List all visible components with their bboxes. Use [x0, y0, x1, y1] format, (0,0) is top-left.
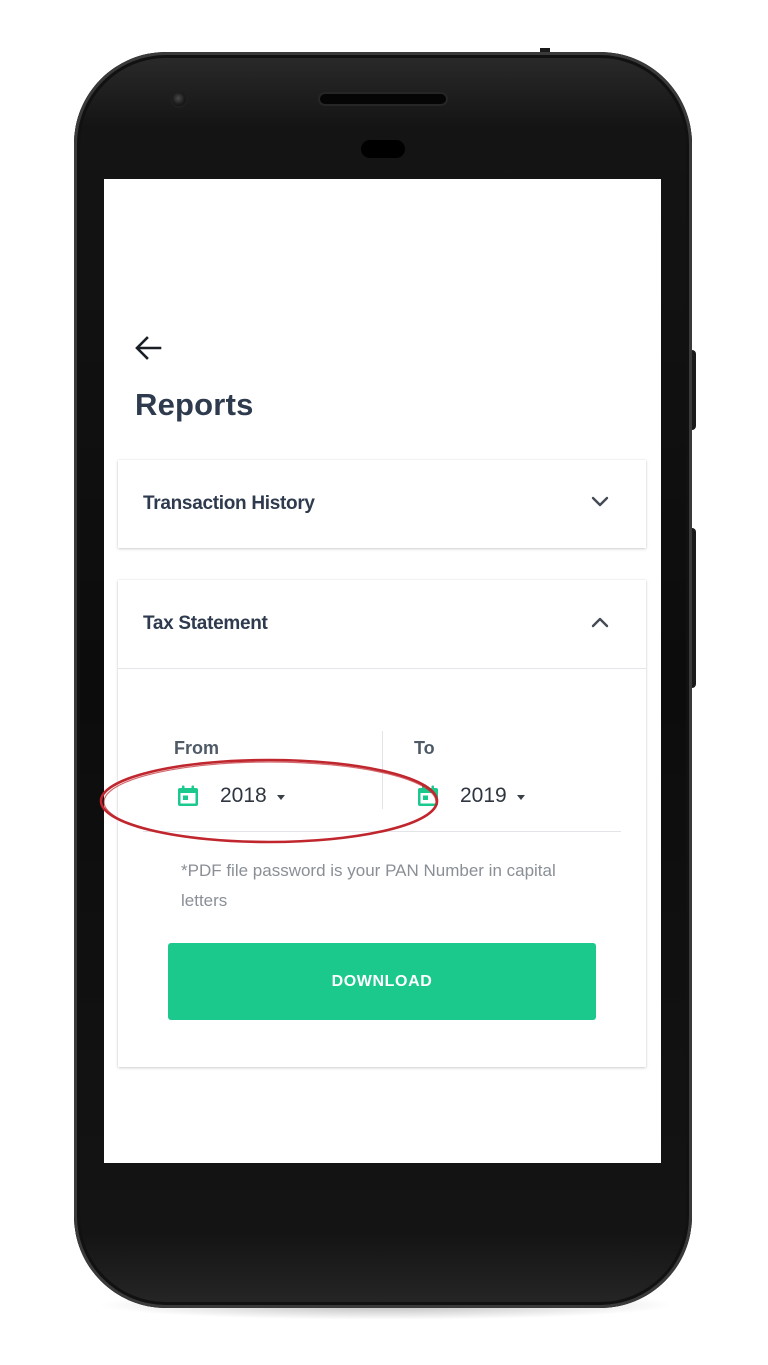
to-year-dropdown[interactable]: 2019 [416, 780, 525, 812]
back-button[interactable] [134, 335, 162, 361]
to-label: To [414, 738, 435, 758]
from-label: From [174, 738, 219, 758]
tax-statement-title: Tax Statement [143, 613, 268, 634]
to-year-value: 2019 [460, 784, 507, 807]
device-frame-stage: Reports Transaction History Tax Statemen… [0, 0, 768, 1365]
download-button[interactable]: DOWNLOAD [168, 943, 596, 1020]
transaction-history-title: Transaction History [143, 493, 315, 514]
pdf-password-note: *PDF file password is your PAN Number in… [181, 861, 556, 910]
tax-statement-card: Tax Statement From To 2018 2019 *PDF fil… [118, 580, 646, 1067]
range-divider [382, 731, 383, 809]
app-screen: Reports Transaction History Tax Statemen… [104, 179, 661, 1163]
from-year-dropdown[interactable]: 2018 [176, 780, 285, 812]
calendar-icon [418, 785, 438, 806]
caret-down-icon [276, 794, 285, 800]
arrow-left-icon [135, 336, 162, 360]
download-button-label: DOWNLOAD [331, 972, 433, 990]
proximity-sensor [361, 140, 405, 158]
chevron-down-icon [591, 496, 609, 507]
chevron-up-icon [591, 617, 609, 628]
calendar-icon [178, 785, 198, 806]
page-title: Reports [135, 387, 254, 422]
transaction-history-header[interactable]: Transaction History [118, 460, 646, 548]
caret-down-icon [516, 794, 525, 800]
section-divider [143, 831, 621, 832]
tax-statement-header[interactable]: Tax Statement [118, 580, 646, 669]
transaction-history-card: Transaction History [118, 460, 646, 548]
front-camera [172, 92, 186, 106]
from-year-value: 2018 [220, 784, 267, 807]
earpiece-speaker [320, 94, 446, 104]
